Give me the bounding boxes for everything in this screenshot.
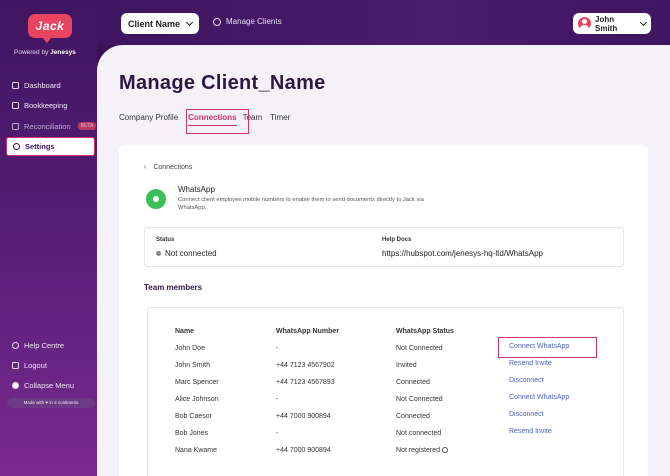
sidebar-item-reconciliation[interactable]: Reconciliation BETA bbox=[12, 119, 97, 133]
table-row-number: +44 7123 4567902 bbox=[276, 362, 335, 369]
help-docs-label: Help Docs bbox=[382, 237, 412, 243]
sidebar-item-settings[interactable]: Settings bbox=[6, 137, 95, 156]
connections-tab-highlight bbox=[186, 109, 249, 134]
resend-invite-button[interactable]: Resend Invite bbox=[509, 428, 552, 435]
table-row-number: +44 7000 900894 bbox=[276, 447, 331, 454]
book-icon bbox=[12, 101, 19, 109]
status-value: Not connected bbox=[156, 249, 217, 258]
jack-logo[interactable]: Jack bbox=[28, 14, 72, 43]
tab-company-profile[interactable]: Company Profile bbox=[119, 113, 178, 126]
table-row-name: John Doe bbox=[175, 345, 205, 352]
connect-whatsapp-button[interactable]: Connect WhatsApp bbox=[509, 394, 569, 401]
connection-description: Connect client employee mobile numbers t… bbox=[178, 197, 424, 211]
reconcile-icon bbox=[12, 122, 19, 130]
sidebar-item-collapse-menu[interactable]: Collapse Menu bbox=[12, 378, 74, 392]
resend-invite-button[interactable]: Resend Invite bbox=[509, 360, 552, 367]
jenesys-brand: Jenesys bbox=[50, 49, 76, 56]
disconnect-button[interactable]: Disconnect bbox=[509, 411, 544, 418]
client-name-select[interactable]: Client Name bbox=[121, 13, 199, 34]
column-header-number: WhatsApp Number bbox=[276, 328, 339, 335]
collapse-icon bbox=[12, 381, 19, 389]
status-box: Status Not connected Help Docs https://h… bbox=[144, 227, 624, 267]
table-row-status: Connected bbox=[396, 379, 430, 386]
chevron-left-icon: ‹ bbox=[144, 164, 147, 171]
disconnect-button[interactable]: Disconnect bbox=[509, 377, 544, 384]
table-row-name: Bob Jones bbox=[175, 430, 209, 437]
table-row-name: Alice Johnson bbox=[175, 396, 219, 403]
table-row-name: Bob Caesor bbox=[175, 413, 212, 420]
chevron-down-icon bbox=[185, 18, 194, 26]
table-row-status: Not connected bbox=[396, 430, 442, 437]
whatsapp-icon bbox=[146, 189, 166, 209]
table-row-name: Marc Spencer bbox=[175, 379, 219, 386]
connection-card: ‹ Connections WhatsApp Connect client em… bbox=[119, 145, 648, 476]
column-header-name: Name bbox=[175, 328, 195, 335]
manage-clients-link[interactable]: Manage Clients bbox=[213, 17, 282, 26]
table-row-number: +44 7123 4567893 bbox=[276, 379, 335, 386]
sidebar: Jack Powered by Jenesys Dashboard Bookke… bbox=[0, 0, 97, 476]
team-members-title: Team members bbox=[144, 283, 203, 292]
help-icon bbox=[12, 341, 19, 349]
chevron-down-icon bbox=[640, 18, 648, 26]
table-row-number: - bbox=[276, 396, 279, 403]
table-row-name: John Smith bbox=[175, 362, 211, 369]
sidebar-item-dashboard[interactable]: Dashboard bbox=[12, 78, 61, 92]
connect-whatsapp-button[interactable]: Connect WhatsApp bbox=[509, 343, 569, 350]
made-with-badge: Made with ♥ in 3 continents bbox=[7, 398, 95, 408]
main-content: Manage Client_Name Company Profile Conne… bbox=[97, 45, 670, 476]
column-header-status: WhatsApp Status bbox=[396, 328, 454, 335]
user-menu[interactable]: John Smith bbox=[573, 13, 651, 34]
table-row-number: - bbox=[276, 345, 279, 352]
table-row-status: Connected bbox=[396, 413, 430, 420]
tab-timer[interactable]: Timer bbox=[270, 113, 290, 126]
breadcrumb[interactable]: ‹ Connections bbox=[144, 164, 192, 171]
table-row-status: Not Connected bbox=[396, 345, 443, 352]
globe-icon bbox=[213, 17, 221, 26]
sidebar-item-help-centre[interactable]: Help Centre bbox=[12, 338, 64, 352]
team-table: Name WhatsApp Number WhatsApp Status Joh… bbox=[147, 307, 624, 476]
avatar-icon bbox=[578, 17, 591, 30]
status-label: Status bbox=[156, 237, 175, 243]
table-row-status: Not Connected bbox=[396, 396, 443, 403]
logout-icon bbox=[12, 361, 19, 369]
help-docs-link[interactable]: https://hubspot.com/jenesys-hq-ltd/Whats… bbox=[382, 249, 543, 258]
status-dot-icon bbox=[156, 251, 161, 257]
grid-icon bbox=[12, 81, 19, 89]
info-icon[interactable] bbox=[441, 447, 448, 454]
sidebar-item-bookkeeping[interactable]: Bookkeeping bbox=[12, 98, 67, 112]
table-row-status: Not registered bbox=[396, 447, 448, 454]
beta-badge: BETA bbox=[77, 122, 97, 130]
table-row-number: +44 7000 900894 bbox=[276, 413, 331, 420]
page-title: Manage Client_Name bbox=[119, 72, 326, 94]
table-row-number: - bbox=[276, 430, 279, 437]
connection-name: WhatsApp bbox=[178, 185, 215, 194]
sidebar-item-logout[interactable]: Logout bbox=[12, 358, 47, 372]
powered-by: Powered by Jenesys bbox=[14, 49, 76, 56]
gear-icon bbox=[13, 143, 20, 150]
table-row-name: Nana Kwame bbox=[175, 447, 218, 454]
table-row-status: Invited bbox=[396, 362, 417, 369]
